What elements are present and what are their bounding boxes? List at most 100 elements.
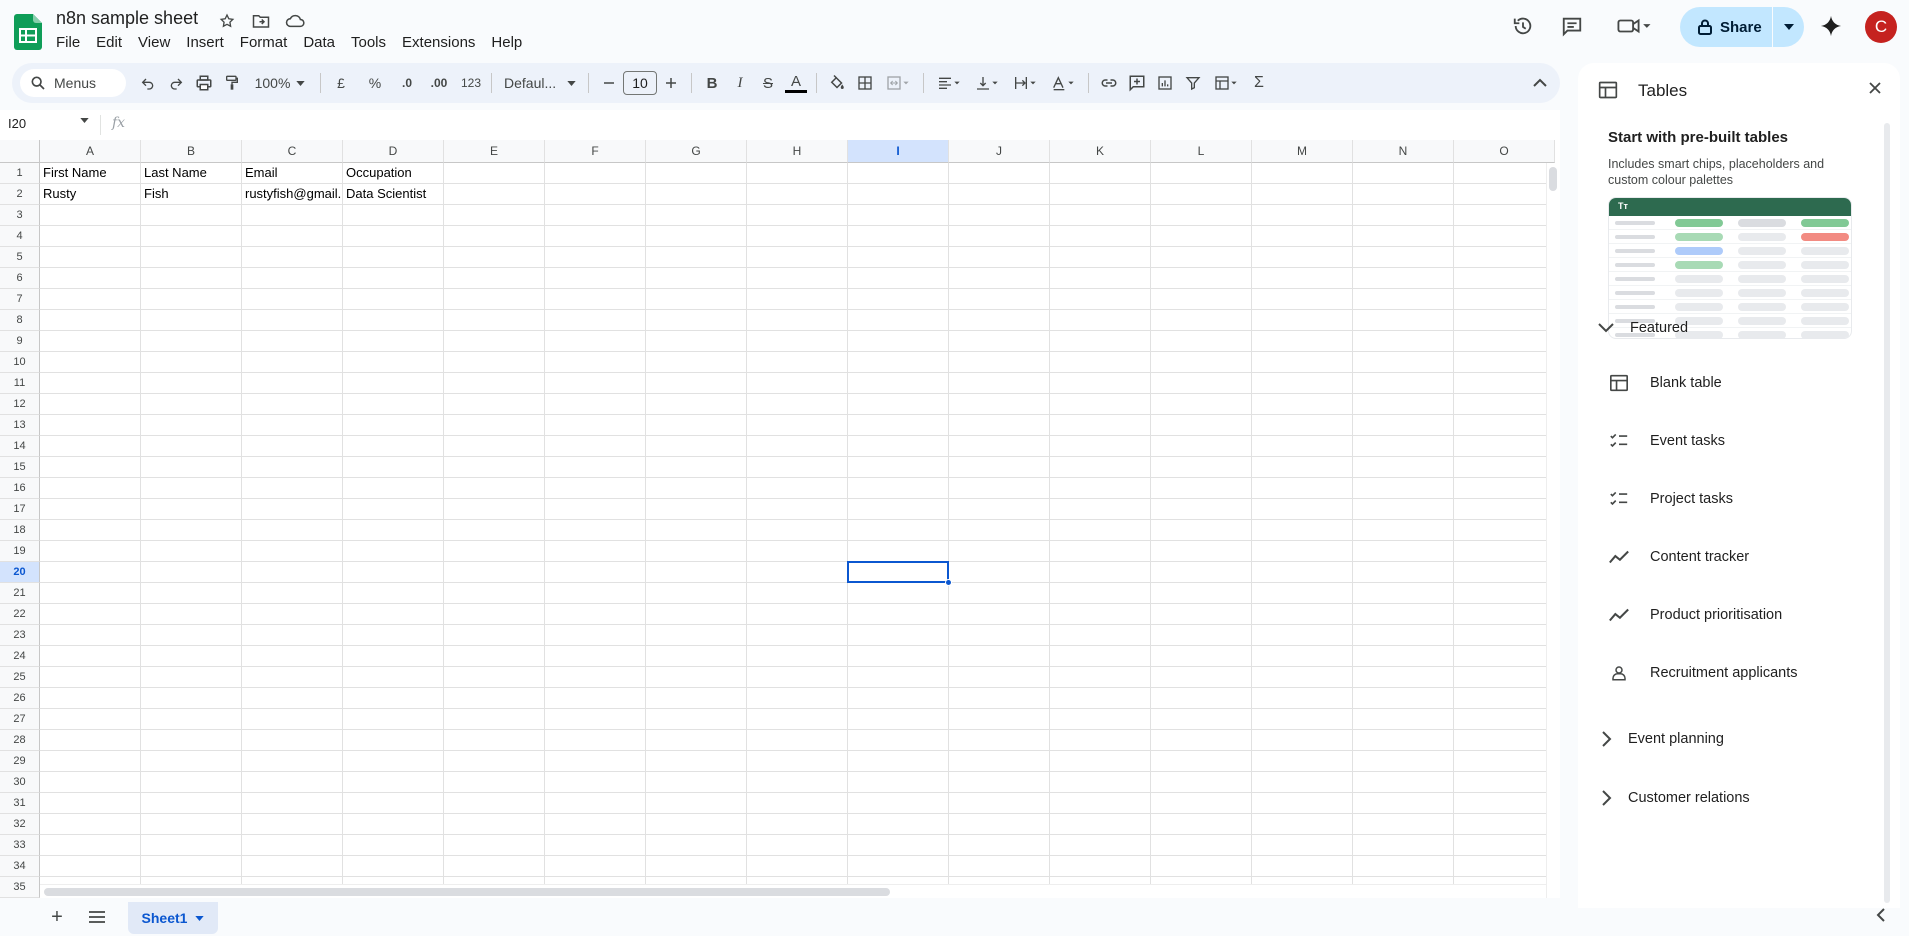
cell-b29[interactable] <box>141 751 242 772</box>
cell-h14[interactable] <box>747 436 848 457</box>
cell-m31[interactable] <box>1252 793 1353 814</box>
cell-l23[interactable] <box>1151 625 1252 646</box>
cell-j29[interactable] <box>949 751 1050 772</box>
template-blank-table[interactable]: Blank table <box>1608 371 1722 395</box>
cell-d8[interactable] <box>343 310 444 331</box>
cell-j20[interactable] <box>949 562 1050 583</box>
cell-a8[interactable] <box>40 310 141 331</box>
insert-chart-button[interactable] <box>1151 69 1179 97</box>
cell-g30[interactable] <box>646 772 747 793</box>
select-all-corner[interactable] <box>0 140 40 163</box>
cell-d23[interactable] <box>343 625 444 646</box>
row-header-4[interactable]: 4 <box>0 226 40 247</box>
cell-j9[interactable] <box>949 331 1050 352</box>
cell-d13[interactable] <box>343 415 444 436</box>
cell-f9[interactable] <box>545 331 646 352</box>
cell-l18[interactable] <box>1151 520 1252 541</box>
cell-l21[interactable] <box>1151 583 1252 604</box>
cell-h3[interactable] <box>747 205 848 226</box>
cell-g16[interactable] <box>646 478 747 499</box>
cell-a19[interactable] <box>40 541 141 562</box>
cell-g10[interactable] <box>646 352 747 373</box>
cell-k5[interactable] <box>1050 247 1151 268</box>
cell-o15[interactable] <box>1454 457 1555 478</box>
cell-j34[interactable] <box>949 856 1050 877</box>
cell-f30[interactable] <box>545 772 646 793</box>
cell-h6[interactable] <box>747 268 848 289</box>
cell-j27[interactable] <box>949 709 1050 730</box>
cell-c7[interactable] <box>242 289 343 310</box>
cell-b19[interactable] <box>141 541 242 562</box>
cell-g1[interactable] <box>646 163 747 184</box>
cell-f13[interactable] <box>545 415 646 436</box>
row-header-31[interactable]: 31 <box>0 793 40 814</box>
cell-m2[interactable] <box>1252 184 1353 205</box>
add-sheet-button[interactable]: + <box>46 906 68 928</box>
cell-e29[interactable] <box>444 751 545 772</box>
cell-f4[interactable] <box>545 226 646 247</box>
cell-a25[interactable] <box>40 667 141 688</box>
cell-l12[interactable] <box>1151 394 1252 415</box>
row-header-33[interactable]: 33 <box>0 835 40 856</box>
cell-f3[interactable] <box>545 205 646 226</box>
cell-h9[interactable] <box>747 331 848 352</box>
menu-extensions[interactable]: Extensions <box>394 32 483 53</box>
cell-g17[interactable] <box>646 499 747 520</box>
cell-n23[interactable] <box>1353 625 1454 646</box>
percent-format-button[interactable]: % <box>361 69 389 97</box>
cell-d26[interactable] <box>343 688 444 709</box>
cell-l1[interactable] <box>1151 163 1252 184</box>
cell-c9[interactable] <box>242 331 343 352</box>
cell-c6[interactable] <box>242 268 343 289</box>
cell-n25[interactable] <box>1353 667 1454 688</box>
cell-b9[interactable] <box>141 331 242 352</box>
cell-j31[interactable] <box>949 793 1050 814</box>
cell-a1[interactable]: First Name <box>40 163 141 184</box>
cell-a15[interactable] <box>40 457 141 478</box>
cell-j21[interactable] <box>949 583 1050 604</box>
cell-g4[interactable] <box>646 226 747 247</box>
cell-m30[interactable] <box>1252 772 1353 793</box>
cell-a29[interactable] <box>40 751 141 772</box>
cell-e16[interactable] <box>444 478 545 499</box>
cell-l25[interactable] <box>1151 667 1252 688</box>
cell-j28[interactable] <box>949 730 1050 751</box>
cell-k4[interactable] <box>1050 226 1151 247</box>
cell-e6[interactable] <box>444 268 545 289</box>
row-header-12[interactable]: 12 <box>0 394 40 415</box>
cell-g11[interactable] <box>646 373 747 394</box>
cell-i17[interactable] <box>848 499 949 520</box>
cell-f18[interactable] <box>545 520 646 541</box>
cell-d16[interactable] <box>343 478 444 499</box>
cell-l32[interactable] <box>1151 814 1252 835</box>
all-sheets-button[interactable] <box>86 906 108 928</box>
text-color-button[interactable]: A <box>782 69 810 97</box>
cell-c28[interactable] <box>242 730 343 751</box>
cell-c8[interactable] <box>242 310 343 331</box>
cell-f17[interactable] <box>545 499 646 520</box>
cell-h33[interactable] <box>747 835 848 856</box>
cell-n24[interactable] <box>1353 646 1454 667</box>
cell-m34[interactable] <box>1252 856 1353 877</box>
cell-k16[interactable] <box>1050 478 1151 499</box>
cell-d21[interactable] <box>343 583 444 604</box>
cell-a32[interactable] <box>40 814 141 835</box>
cell-k1[interactable] <box>1050 163 1151 184</box>
cell-n7[interactable] <box>1353 289 1454 310</box>
cell-o13[interactable] <box>1454 415 1555 436</box>
cell-e1[interactable] <box>444 163 545 184</box>
row-header-13[interactable]: 13 <box>0 415 40 436</box>
cell-n19[interactable] <box>1353 541 1454 562</box>
name-box[interactable]: I20 <box>8 116 26 131</box>
cell-k24[interactable] <box>1050 646 1151 667</box>
vertical-align-button[interactable] <box>968 69 1006 97</box>
cell-d32[interactable] <box>343 814 444 835</box>
cell-o25[interactable] <box>1454 667 1555 688</box>
cell-g3[interactable] <box>646 205 747 226</box>
cell-a26[interactable] <box>40 688 141 709</box>
cell-h8[interactable] <box>747 310 848 331</box>
cell-m28[interactable] <box>1252 730 1353 751</box>
cell-j17[interactable] <box>949 499 1050 520</box>
cell-i24[interactable] <box>848 646 949 667</box>
cell-i23[interactable] <box>848 625 949 646</box>
